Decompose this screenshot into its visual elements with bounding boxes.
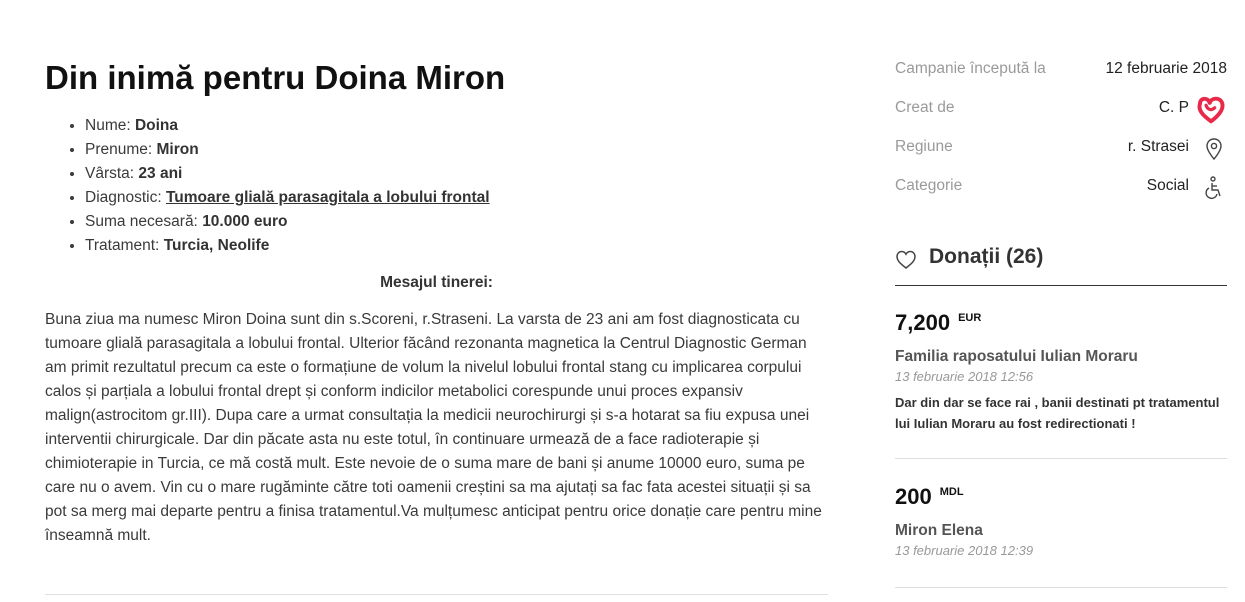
- info-value: 23 ani: [138, 165, 183, 182]
- donation-item: 200 MDL Miron Elena 13 februarie 2018 12:…: [895, 484, 1227, 558]
- meta-value: 12 februarie 2018: [1105, 60, 1227, 77]
- donation-date: 13 februarie 2018 12:39: [895, 543, 1034, 558]
- meta-value: r. Strasei: [1127, 138, 1189, 155]
- info-item-treatment: Tratament: Turcia, Neolife: [85, 234, 828, 258]
- donor-name: Familia raposatului Iulian Moraru: [895, 348, 1138, 365]
- info-item-amount: Suma necesară: 10.000 euro: [85, 210, 828, 234]
- message-body: Buna ziua ma numesc Miron Doina sunt din…: [45, 311, 822, 544]
- meta-label: Creat de: [895, 99, 955, 116]
- info-item-age: Vârsta: 23 ani: [85, 162, 828, 186]
- meta-creator: Creat de C. P: [895, 96, 1227, 136]
- wheelchair-icon: [1205, 176, 1221, 200]
- heart-outline-icon: [896, 250, 916, 269]
- donations-header: Donații (26): [895, 245, 1227, 286]
- donation-amount: 200: [895, 484, 932, 509]
- meta-label: Regiune: [895, 138, 953, 155]
- donation-divider: [895, 587, 1227, 588]
- content-divider: [45, 594, 828, 595]
- meta-category: Categorie Social: [895, 175, 1227, 214]
- creator-name[interactable]: C. P: [1159, 99, 1189, 117]
- diagnosis-link[interactable]: Tumoare glială parasagitala a lobului fr…: [166, 189, 490, 206]
- meta-value: Social: [1146, 177, 1189, 194]
- donation-date: 13 februarie 2018 12:56: [895, 369, 1034, 384]
- donation-note: Dar din dar se face rai , banii destinat…: [895, 395, 1220, 431]
- message-title: Mesajul tinerei:: [380, 274, 493, 291]
- meta-label: Categorie: [895, 177, 963, 194]
- info-item-surname: Prenume: Miron: [85, 138, 828, 162]
- page-title: Din inimă pentru Doina Miron: [45, 59, 506, 96]
- info-item-diagnosis: Diagnostic: Tumoare glială parasagitala …: [85, 186, 828, 210]
- info-item-name: Nume: Doina: [85, 114, 828, 138]
- campaign-content: Din inimă pentru Doina Miron Nume: Doina…: [45, 58, 828, 548]
- info-value: 10.000 euro: [202, 213, 288, 230]
- donor-name: Miron Elena: [895, 522, 983, 539]
- donation-currency: MDL: [939, 486, 964, 498]
- info-value: Turcia, Neolife: [163, 237, 270, 254]
- donation-item: 7,200 EUR Familia raposatului Iulian Mora…: [895, 310, 1227, 434]
- meta-start-date: Campanie începută la 12 februarie 2018: [895, 58, 1227, 97]
- donation-currency: EUR: [958, 312, 982, 324]
- meta-region: Regiune r. Strasei: [895, 136, 1227, 175]
- donation-amount: 7,200: [895, 310, 951, 335]
- campaign-sidebar: Campanie începută la 12 februarie 2018 C…: [895, 58, 1227, 588]
- campaign-info-list: Nume: Doina Prenume: Miron Vârsta: 23 an…: [45, 114, 828, 258]
- info-value: Miron: [156, 141, 199, 158]
- donations-title: Donații (26): [929, 245, 1044, 268]
- meta-label: Campanie începută la: [895, 60, 1046, 77]
- donation-divider: [895, 458, 1227, 459]
- info-value: Doina: [134, 117, 179, 134]
- heart-logo-icon[interactable]: [1195, 93, 1227, 125]
- location-pin-icon: [1206, 138, 1222, 161]
